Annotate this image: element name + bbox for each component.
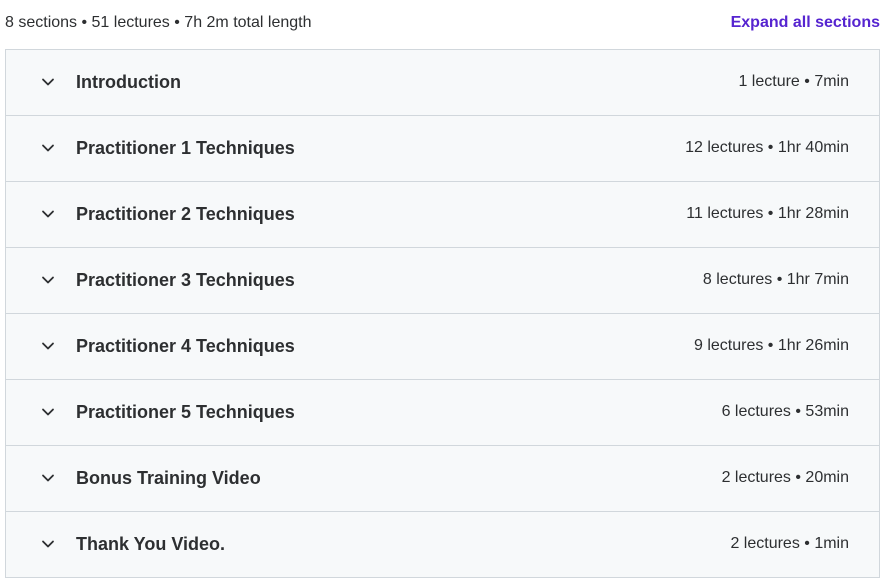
section-row-thank-you[interactable]: Thank You Video. 2 lectures • 1min (6, 512, 879, 577)
section-meta: 6 lectures • 53min (721, 403, 849, 420)
section-meta: 8 lectures • 1hr 7min (702, 271, 849, 288)
chevron-down-icon (41, 273, 55, 287)
section-title: Practitioner 2 Techniques (76, 204, 295, 224)
section-meta: 11 lectures • 1hr 28min (686, 205, 849, 222)
chevron-down-icon (41, 537, 55, 551)
section-title: Practitioner 4 Techniques (76, 336, 295, 356)
section-title: Practitioner 5 Techniques (76, 402, 295, 422)
section-row-bonus-training[interactable]: Bonus Training Video 2 lectures • 20min (6, 446, 879, 512)
chevron-down-icon (41, 405, 55, 419)
expand-all-sections-button[interactable]: Expand all sections (731, 14, 880, 32)
chevron-down-icon (41, 141, 55, 155)
section-title: Bonus Training Video (76, 468, 261, 488)
section-row-practitioner-5[interactable]: Practitioner 5 Techniques 6 lectures • 5… (6, 380, 879, 446)
chevron-down-icon (41, 471, 55, 485)
section-row-practitioner-4[interactable]: Practitioner 4 Techniques 9 lectures • 1… (6, 314, 879, 380)
chevron-down-icon (41, 75, 55, 89)
section-title: Practitioner 1 Techniques (76, 138, 295, 158)
section-meta: 2 lectures • 1min (730, 535, 849, 552)
section-meta: 12 lectures • 1hr 40min (685, 139, 849, 156)
curriculum-summary-text: 8 sections • 51 lectures • 7h 2m total l… (5, 14, 312, 31)
section-row-practitioner-3[interactable]: Practitioner 3 Techniques 8 lectures • 1… (6, 248, 879, 314)
section-meta: 9 lectures • 1hr 26min (693, 337, 849, 354)
section-row-practitioner-2[interactable]: Practitioner 2 Techniques 11 lectures • … (6, 182, 879, 248)
section-meta: 2 lectures • 20min (721, 469, 849, 486)
chevron-down-icon (41, 207, 55, 221)
section-title: Practitioner 3 Techniques (76, 270, 295, 290)
section-row-introduction[interactable]: Introduction 1 lecture • 7min (6, 50, 879, 116)
curriculum-section-list: Introduction 1 lecture • 7min Practition… (5, 49, 880, 578)
section-title: Thank You Video. (76, 534, 226, 554)
curriculum-summary-bar: 8 sections • 51 lectures • 7h 2m total l… (0, 0, 884, 48)
section-meta: 1 lecture • 7min (738, 73, 849, 90)
chevron-down-icon (41, 339, 55, 353)
section-row-practitioner-1[interactable]: Practitioner 1 Techniques 12 lectures • … (6, 116, 879, 182)
section-title: Introduction (76, 72, 181, 92)
